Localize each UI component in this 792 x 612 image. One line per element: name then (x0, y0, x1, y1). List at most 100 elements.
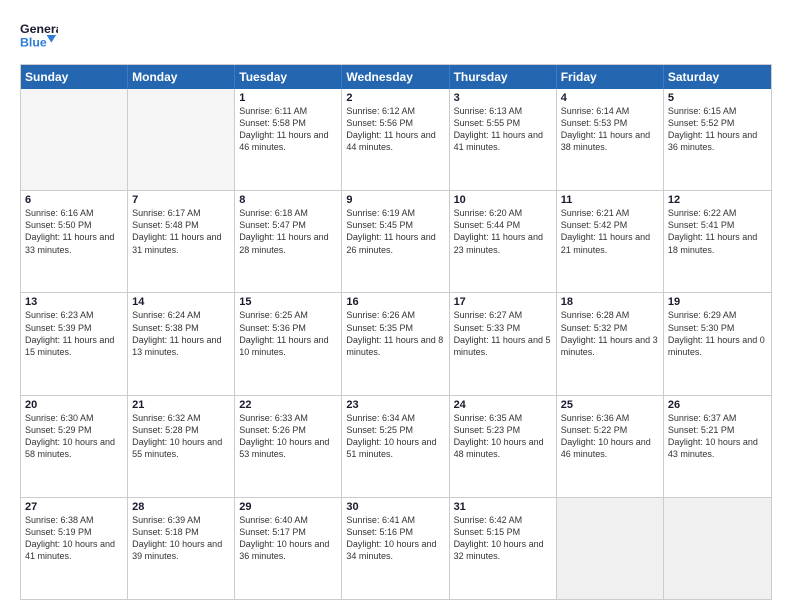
day-number: 3 (454, 92, 552, 104)
calendar-body: 1Sunrise: 6:11 AM Sunset: 5:58 PM Daylig… (21, 89, 771, 599)
calendar-cell: 10Sunrise: 6:20 AM Sunset: 5:44 PM Dayli… (450, 191, 557, 292)
header-day-sunday: Sunday (21, 65, 128, 89)
calendar-cell (21, 89, 128, 190)
cell-info: Sunrise: 6:22 AM Sunset: 5:41 PM Dayligh… (668, 207, 767, 256)
day-number: 14 (132, 296, 230, 308)
header-day-monday: Monday (128, 65, 235, 89)
calendar-cell: 31Sunrise: 6:42 AM Sunset: 5:15 PM Dayli… (450, 498, 557, 599)
calendar-cell (664, 498, 771, 599)
calendar-row-3: 20Sunrise: 6:30 AM Sunset: 5:29 PM Dayli… (21, 395, 771, 497)
svg-text:Blue: Blue (20, 35, 47, 49)
cell-info: Sunrise: 6:16 AM Sunset: 5:50 PM Dayligh… (25, 207, 123, 256)
day-number: 23 (346, 399, 444, 411)
cell-info: Sunrise: 6:26 AM Sunset: 5:35 PM Dayligh… (346, 309, 444, 358)
calendar-cell: 13Sunrise: 6:23 AM Sunset: 5:39 PM Dayli… (21, 293, 128, 394)
day-number: 31 (454, 501, 552, 513)
calendar-cell: 14Sunrise: 6:24 AM Sunset: 5:38 PM Dayli… (128, 293, 235, 394)
cell-info: Sunrise: 6:36 AM Sunset: 5:22 PM Dayligh… (561, 412, 659, 461)
calendar-cell (128, 89, 235, 190)
day-number: 9 (346, 194, 444, 206)
day-number: 17 (454, 296, 552, 308)
header-day-wednesday: Wednesday (342, 65, 449, 89)
day-number: 6 (25, 194, 123, 206)
cell-info: Sunrise: 6:34 AM Sunset: 5:25 PM Dayligh… (346, 412, 444, 461)
day-number: 15 (239, 296, 337, 308)
header-day-thursday: Thursday (450, 65, 557, 89)
calendar-cell: 26Sunrise: 6:37 AM Sunset: 5:21 PM Dayli… (664, 396, 771, 497)
calendar-cell: 6Sunrise: 6:16 AM Sunset: 5:50 PM Daylig… (21, 191, 128, 292)
calendar-cell: 30Sunrise: 6:41 AM Sunset: 5:16 PM Dayli… (342, 498, 449, 599)
header-day-saturday: Saturday (664, 65, 771, 89)
page: General Blue SundayMondayTuesdayWednesda… (0, 0, 792, 612)
day-number: 2 (346, 92, 444, 104)
day-number: 22 (239, 399, 337, 411)
calendar: SundayMondayTuesdayWednesdayThursdayFrid… (20, 64, 772, 600)
day-number: 1 (239, 92, 337, 104)
calendar-cell: 18Sunrise: 6:28 AM Sunset: 5:32 PM Dayli… (557, 293, 664, 394)
calendar-cell: 20Sunrise: 6:30 AM Sunset: 5:29 PM Dayli… (21, 396, 128, 497)
calendar-row-1: 6Sunrise: 6:16 AM Sunset: 5:50 PM Daylig… (21, 190, 771, 292)
day-number: 26 (668, 399, 767, 411)
calendar-cell: 23Sunrise: 6:34 AM Sunset: 5:25 PM Dayli… (342, 396, 449, 497)
day-number: 8 (239, 194, 337, 206)
cell-info: Sunrise: 6:13 AM Sunset: 5:55 PM Dayligh… (454, 105, 552, 154)
day-number: 4 (561, 92, 659, 104)
day-number: 24 (454, 399, 552, 411)
calendar-cell: 8Sunrise: 6:18 AM Sunset: 5:47 PM Daylig… (235, 191, 342, 292)
cell-info: Sunrise: 6:17 AM Sunset: 5:48 PM Dayligh… (132, 207, 230, 256)
cell-info: Sunrise: 6:42 AM Sunset: 5:15 PM Dayligh… (454, 514, 552, 563)
header: General Blue (20, 16, 772, 54)
cell-info: Sunrise: 6:35 AM Sunset: 5:23 PM Dayligh… (454, 412, 552, 461)
cell-info: Sunrise: 6:32 AM Sunset: 5:28 PM Dayligh… (132, 412, 230, 461)
calendar-cell: 19Sunrise: 6:29 AM Sunset: 5:30 PM Dayli… (664, 293, 771, 394)
calendar-header: SundayMondayTuesdayWednesdayThursdayFrid… (21, 65, 771, 89)
logo: General Blue (20, 16, 58, 54)
cell-info: Sunrise: 6:38 AM Sunset: 5:19 PM Dayligh… (25, 514, 123, 563)
calendar-cell: 12Sunrise: 6:22 AM Sunset: 5:41 PM Dayli… (664, 191, 771, 292)
day-number: 25 (561, 399, 659, 411)
cell-info: Sunrise: 6:24 AM Sunset: 5:38 PM Dayligh… (132, 309, 230, 358)
logo-icon: General Blue (20, 16, 58, 54)
cell-info: Sunrise: 6:23 AM Sunset: 5:39 PM Dayligh… (25, 309, 123, 358)
calendar-cell: 1Sunrise: 6:11 AM Sunset: 5:58 PM Daylig… (235, 89, 342, 190)
calendar-row-0: 1Sunrise: 6:11 AM Sunset: 5:58 PM Daylig… (21, 89, 771, 190)
calendar-cell: 7Sunrise: 6:17 AM Sunset: 5:48 PM Daylig… (128, 191, 235, 292)
calendar-cell: 21Sunrise: 6:32 AM Sunset: 5:28 PM Dayli… (128, 396, 235, 497)
calendar-cell: 16Sunrise: 6:26 AM Sunset: 5:35 PM Dayli… (342, 293, 449, 394)
header-day-friday: Friday (557, 65, 664, 89)
calendar-cell: 22Sunrise: 6:33 AM Sunset: 5:26 PM Dayli… (235, 396, 342, 497)
cell-info: Sunrise: 6:40 AM Sunset: 5:17 PM Dayligh… (239, 514, 337, 563)
cell-info: Sunrise: 6:41 AM Sunset: 5:16 PM Dayligh… (346, 514, 444, 563)
day-number: 11 (561, 194, 659, 206)
cell-info: Sunrise: 6:28 AM Sunset: 5:32 PM Dayligh… (561, 309, 659, 358)
day-number: 13 (25, 296, 123, 308)
cell-info: Sunrise: 6:33 AM Sunset: 5:26 PM Dayligh… (239, 412, 337, 461)
calendar-cell: 3Sunrise: 6:13 AM Sunset: 5:55 PM Daylig… (450, 89, 557, 190)
calendar-cell: 9Sunrise: 6:19 AM Sunset: 5:45 PM Daylig… (342, 191, 449, 292)
calendar-cell: 24Sunrise: 6:35 AM Sunset: 5:23 PM Dayli… (450, 396, 557, 497)
calendar-cell: 17Sunrise: 6:27 AM Sunset: 5:33 PM Dayli… (450, 293, 557, 394)
cell-info: Sunrise: 6:25 AM Sunset: 5:36 PM Dayligh… (239, 309, 337, 358)
calendar-cell: 25Sunrise: 6:36 AM Sunset: 5:22 PM Dayli… (557, 396, 664, 497)
calendar-cell (557, 498, 664, 599)
cell-info: Sunrise: 6:12 AM Sunset: 5:56 PM Dayligh… (346, 105, 444, 154)
calendar-cell: 15Sunrise: 6:25 AM Sunset: 5:36 PM Dayli… (235, 293, 342, 394)
cell-info: Sunrise: 6:19 AM Sunset: 5:45 PM Dayligh… (346, 207, 444, 256)
svg-text:General: General (20, 22, 58, 36)
cell-info: Sunrise: 6:29 AM Sunset: 5:30 PM Dayligh… (668, 309, 767, 358)
day-number: 21 (132, 399, 230, 411)
cell-info: Sunrise: 6:39 AM Sunset: 5:18 PM Dayligh… (132, 514, 230, 563)
calendar-cell: 2Sunrise: 6:12 AM Sunset: 5:56 PM Daylig… (342, 89, 449, 190)
day-number: 12 (668, 194, 767, 206)
cell-info: Sunrise: 6:15 AM Sunset: 5:52 PM Dayligh… (668, 105, 767, 154)
day-number: 10 (454, 194, 552, 206)
cell-info: Sunrise: 6:20 AM Sunset: 5:44 PM Dayligh… (454, 207, 552, 256)
day-number: 27 (25, 501, 123, 513)
cell-info: Sunrise: 6:14 AM Sunset: 5:53 PM Dayligh… (561, 105, 659, 154)
day-number: 16 (346, 296, 444, 308)
day-number: 19 (668, 296, 767, 308)
calendar-cell: 29Sunrise: 6:40 AM Sunset: 5:17 PM Dayli… (235, 498, 342, 599)
cell-info: Sunrise: 6:27 AM Sunset: 5:33 PM Dayligh… (454, 309, 552, 358)
calendar-row-2: 13Sunrise: 6:23 AM Sunset: 5:39 PM Dayli… (21, 292, 771, 394)
day-number: 5 (668, 92, 767, 104)
